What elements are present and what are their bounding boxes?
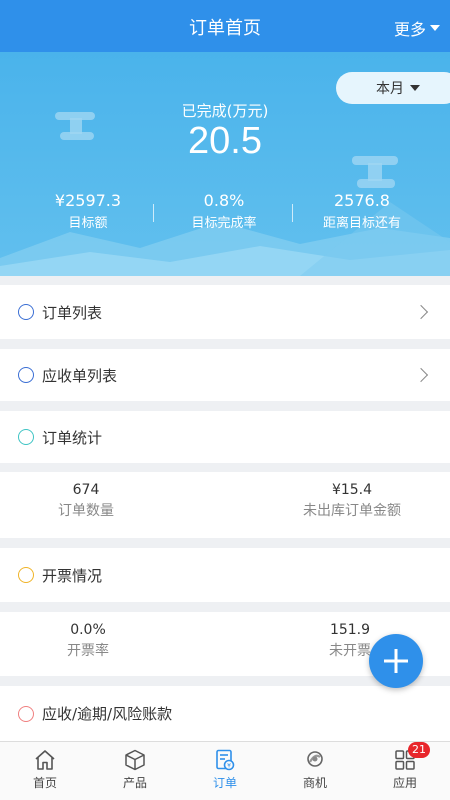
period-label: 本月 <box>376 81 404 97</box>
tab-label: 订单 <box>212 776 237 790</box>
chevron-down-icon <box>410 85 420 91</box>
order-stats-header: 订单统计 <box>0 411 450 463</box>
stat-value: 2576.8 <box>334 191 390 210</box>
tab-label: 产品 <box>122 776 147 790</box>
tab-opportunities[interactable]: 商机 <box>270 742 360 800</box>
stat-value: 0.8% <box>203 191 245 210</box>
unshipped-amount-metric[interactable]: ¥15.4 未出库订单金额 <box>252 482 450 520</box>
metric-label: 未出库订单金额 <box>303 503 401 519</box>
receivable-list-row[interactable]: 应收单列表 <box>0 349 450 401</box>
tab-products[interactable]: 产品 <box>90 742 180 800</box>
more-label: 更多 <box>393 20 426 39</box>
tab-label: 应用 <box>392 776 417 790</box>
target-amount-stat: ¥2597.3 目标额 <box>18 191 158 231</box>
tab-home[interactable]: 首页 <box>0 742 90 800</box>
circle-icon <box>18 567 34 583</box>
section-title: 订单统计 <box>42 428 103 447</box>
invoice-rate-metric[interactable]: 0.0% 开票率 <box>0 622 188 660</box>
tab-label: 首页 <box>32 776 57 790</box>
tab-apps[interactable]: 应用 21 <box>360 742 450 800</box>
order-list-row[interactable]: 订单列表 <box>0 285 450 339</box>
stat-label: 目标完成率 <box>191 216 257 231</box>
target-completion-rate-stat: 0.8% 目标完成率 <box>154 191 294 231</box>
metric-value: ¥15.4 <box>331 482 373 498</box>
section-title: 应收/逾期/风险账款 <box>42 705 173 723</box>
metric-value: 0.0% <box>70 622 106 638</box>
stat-label: 目标额 <box>68 216 108 231</box>
stat-label: 距离目标还有 <box>322 216 401 231</box>
metric-label: 开票率 <box>67 643 109 659</box>
metric-value: 151.9 <box>329 622 371 638</box>
circle-icon <box>18 367 34 383</box>
metric-value: 674 <box>72 482 100 498</box>
order-count-metric[interactable]: 674 订单数量 <box>0 482 186 520</box>
tab-orders[interactable]: ¥ 订单 <box>180 742 270 800</box>
opportunity-icon <box>307 751 323 767</box>
home-icon <box>35 750 55 770</box>
circle-icon <box>18 429 34 445</box>
stat-value: ¥2597.3 <box>54 191 122 210</box>
order-icon: ¥ <box>216 749 235 771</box>
circle-icon <box>18 705 34 722</box>
remaining-to-target-stat: 2576.8 距离目标还有 <box>292 191 432 231</box>
row-label: 订单列表 <box>42 303 103 322</box>
page-title: 订单首页 <box>189 18 261 39</box>
box-icon <box>125 749 145 771</box>
row-label: 应收单列表 <box>42 366 118 385</box>
add-button[interactable] <box>369 634 423 688</box>
section-title: 开票情况 <box>42 566 103 585</box>
tab-label: 商机 <box>302 776 327 790</box>
circle-icon <box>18 304 34 320</box>
sales-summary-banner: 本月 已完成(万元) 20.5 ¥2597.3 目标额 0.8% 目标完成率 2… <box>0 52 450 276</box>
top-nav-bar: 订单首页 更多 <box>0 0 450 52</box>
completed-label: 已完成(万元) <box>181 102 269 120</box>
chevron-down-icon <box>430 25 440 31</box>
order-stats-metrics: 674 订单数量 ¥15.4 未出库订单金额 <box>0 472 450 538</box>
notification-badge: 21 <box>408 742 430 758</box>
more-dropdown[interactable]: 更多 <box>394 16 440 40</box>
svg-text:¥: ¥ <box>227 762 231 769</box>
metric-label: 订单数量 <box>58 503 114 519</box>
completed-value: 20.5 <box>188 120 262 162</box>
invoice-header: 开票情况 <box>0 548 450 602</box>
bottom-tab-bar: 首页 产品 ¥ 订单 商机 应用 21 <box>0 741 450 800</box>
receivable-overdue-header[interactable]: 应收/逾期/风险账款 <box>0 686 450 741</box>
